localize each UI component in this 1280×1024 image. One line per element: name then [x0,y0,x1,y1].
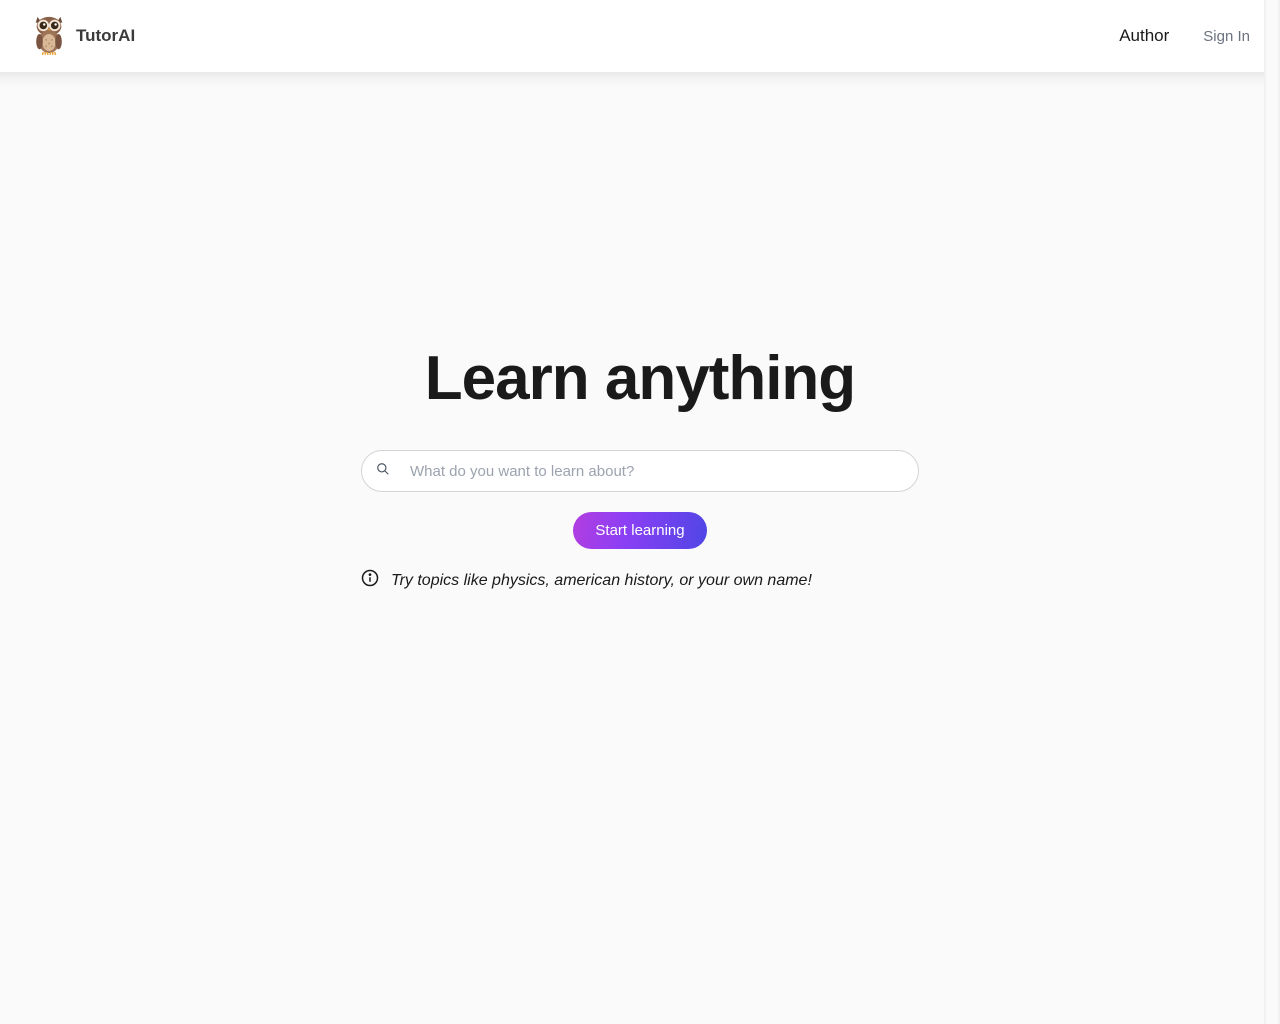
search-container[interactable] [361,450,919,492]
search-input[interactable] [390,463,904,480]
nav-signin-link[interactable]: Sign In [1203,28,1250,45]
scrollbar[interactable] [1264,0,1280,1024]
nav-author-link[interactable]: Author [1119,26,1169,46]
hint-row: Try topics like physics, american histor… [361,569,919,592]
brand-link[interactable]: TutorAI [30,13,135,60]
search-icon [376,462,390,481]
main-content: Learn anything Start learning Try topics… [0,88,1280,592]
brand-name: TutorAI [76,26,135,46]
header-divider [0,72,1280,88]
scrollbar-thumb[interactable] [1266,0,1278,1024]
owl-logo-icon [30,13,68,60]
header-nav: Author Sign In [1119,26,1250,46]
hero-title: Learn anything [425,343,855,414]
header: TutorAI Author Sign In [0,0,1280,72]
start-learning-button[interactable]: Start learning [573,512,706,549]
info-icon [361,569,379,592]
hint-text: Try topics like physics, american histor… [391,572,812,590]
